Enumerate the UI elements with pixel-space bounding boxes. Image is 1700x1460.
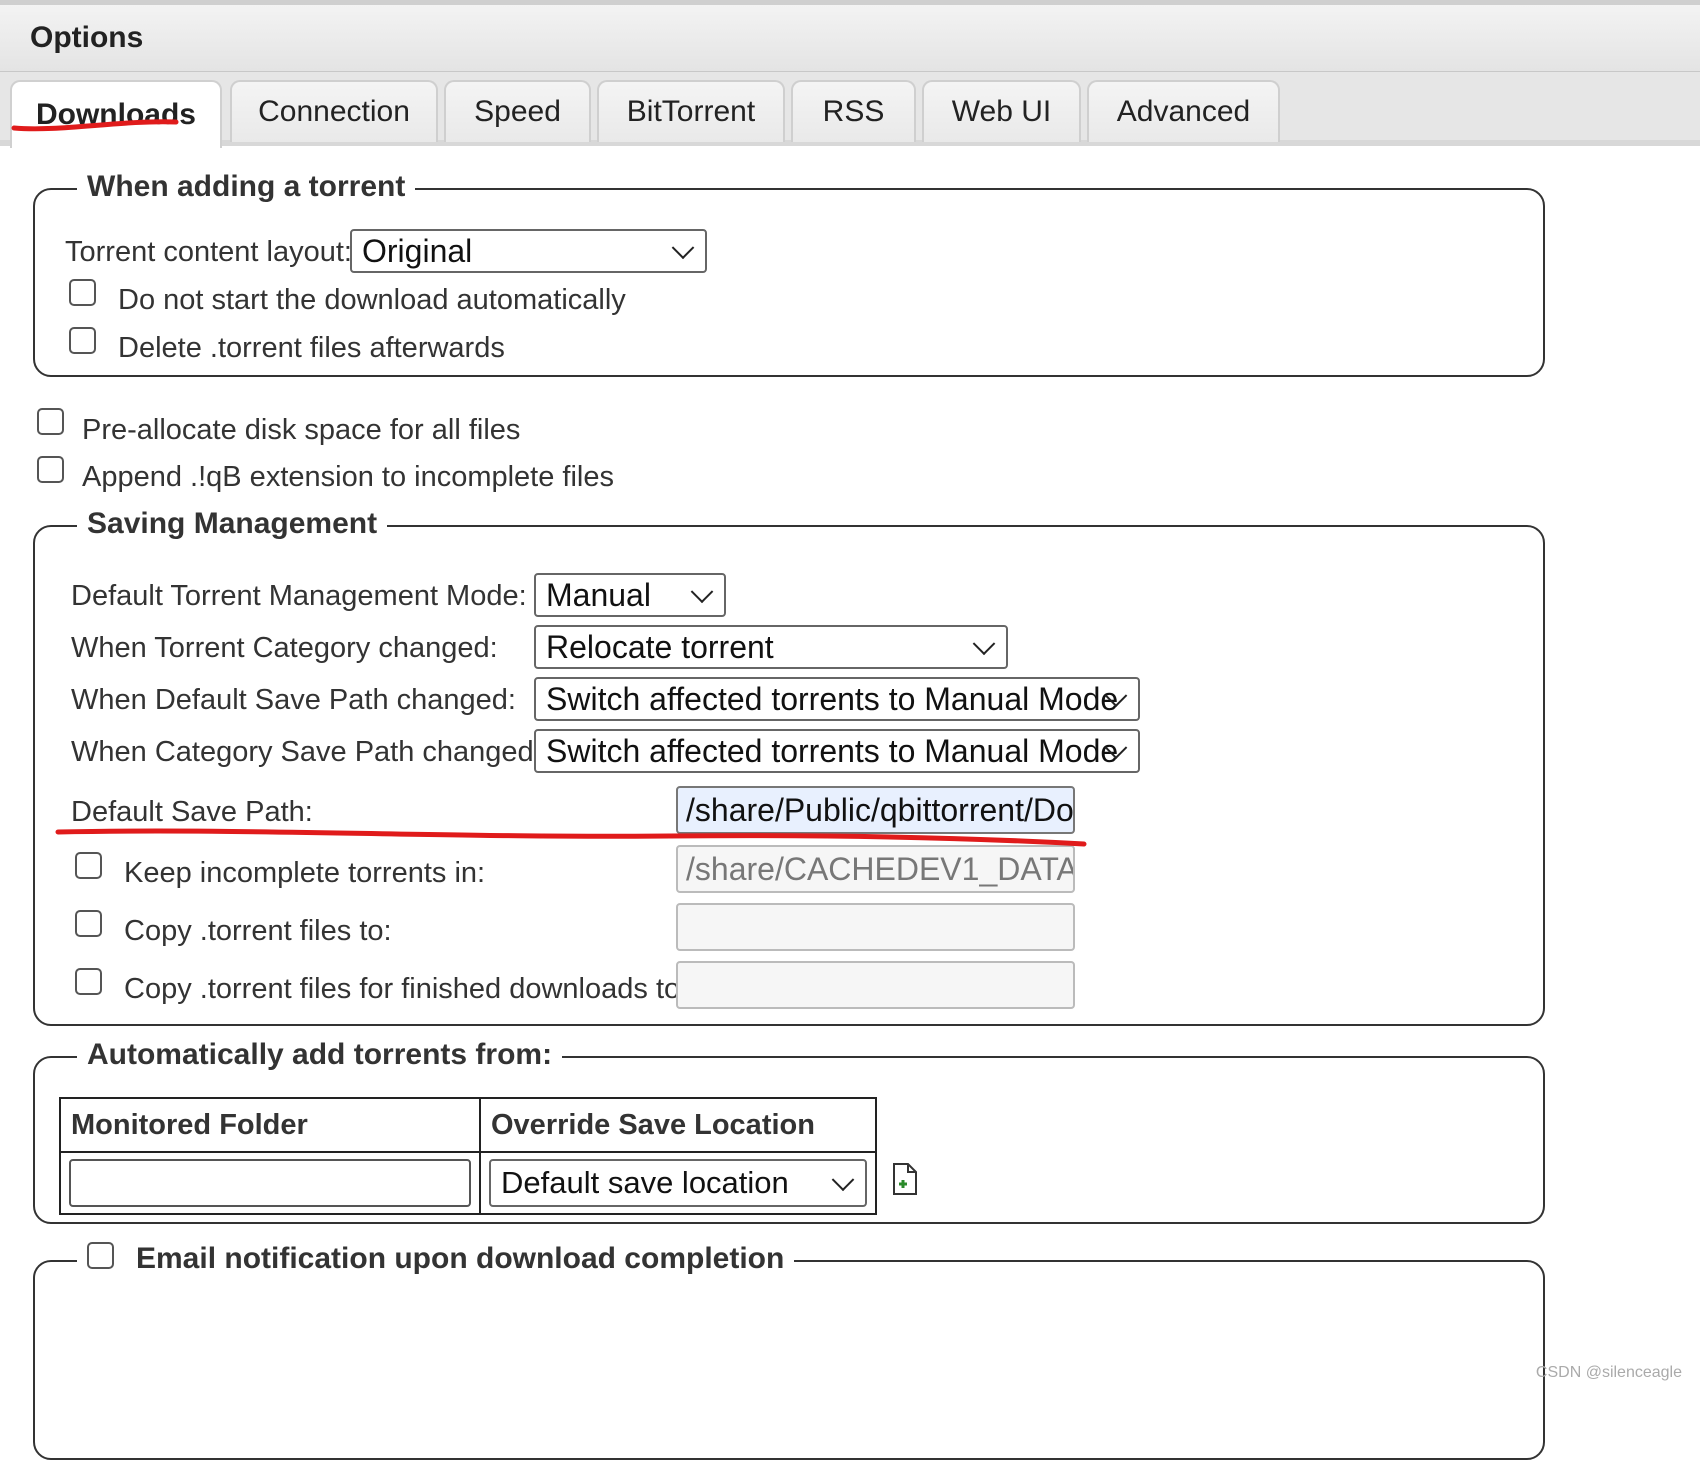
category-changed-label: When Torrent Category changed: <box>71 632 498 664</box>
chevron-down-icon <box>831 1168 855 1192</box>
override-location-cell: Default save location <box>479 1151 877 1215</box>
col-monitored-folder: Monitored Folder <box>59 1097 481 1153</box>
append-ext-label: Append .!qB extension to incomplete file… <box>82 461 614 493</box>
no-autostart-label: Do not start the download automatically <box>118 284 626 316</box>
tab-speed[interactable]: Speed <box>444 80 591 142</box>
email-notification-checkbox[interactable] <box>87 1241 114 1269</box>
default-path-changed-value: Switch affected torrents to Manual Mode <box>546 680 1119 717</box>
monitored-folder-input[interactable] <box>69 1159 471 1207</box>
tab-strip: Downloads Connection Speed BitTorrent RS… <box>0 72 1700 148</box>
tab-web-ui[interactable]: Web UI <box>922 80 1081 142</box>
tab-rss[interactable]: RSS <box>791 80 916 142</box>
chevron-down-icon <box>690 580 714 604</box>
copy-torrent-label: Copy .torrent files to: <box>124 915 392 947</box>
content-layout-value: Original <box>362 232 473 269</box>
category-path-changed-label: When Category Save Path changed: <box>71 736 542 768</box>
preallocate-checkbox[interactable] <box>37 408 64 435</box>
fieldset-email-notification: Email notification upon download complet… <box>33 1241 1545 1460</box>
management-mode-value: Manual <box>546 576 651 613</box>
fieldset-auto-add: Automatically add torrents from: Monitor… <box>33 1038 1545 1224</box>
content-layout-label: Torrent content layout: <box>65 236 352 268</box>
append-ext-checkbox[interactable] <box>37 456 64 483</box>
delete-torrent-label: Delete .torrent files afterwards <box>118 332 505 364</box>
legend-email-notification: Email notification upon download complet… <box>77 1241 795 1276</box>
keep-incomplete-input[interactable]: /share/CACHEDEV1_DATA/ <box>676 845 1075 893</box>
category-changed-select[interactable]: Relocate torrent <box>534 625 1008 669</box>
watermark: CSDN @silenceagle <box>1535 1364 1682 1381</box>
save-path-label: Default Save Path: <box>71 796 313 828</box>
copy-finished-label: Copy .torrent files for finished downloa… <box>124 973 689 1005</box>
category-path-changed-select[interactable]: Switch affected torrents to Manual Mode <box>534 729 1140 773</box>
content-layout-select[interactable]: Original <box>350 229 707 273</box>
tab-downloads[interactable]: Downloads <box>10 80 222 148</box>
chevron-down-icon <box>671 236 695 260</box>
no-autostart-checkbox[interactable] <box>69 279 96 306</box>
options-titlebar: Options <box>0 0 1700 72</box>
management-mode-select[interactable]: Manual <box>534 573 726 617</box>
table-header-row: Monitored Folder Override Save Location <box>59 1097 877 1153</box>
tab-advanced[interactable]: Advanced <box>1087 80 1280 142</box>
copy-torrent-input[interactable] <box>676 903 1075 951</box>
fieldset-saving-management: Saving Management Default Torrent Manage… <box>33 507 1545 1026</box>
category-changed-value: Relocate torrent <box>546 628 774 665</box>
legend-saving-management: Saving Management <box>77 507 388 541</box>
override-location-value: Default save location <box>501 1165 789 1200</box>
keep-incomplete-checkbox[interactable] <box>75 852 102 879</box>
add-folder-icon[interactable] <box>890 1162 920 1196</box>
col-override-save-location: Override Save Location <box>479 1097 877 1153</box>
copy-finished-checkbox[interactable] <box>75 968 102 995</box>
monitored-folder-cell <box>59 1151 481 1215</box>
table-row: Default save location <box>59 1151 877 1215</box>
keep-incomplete-label: Keep incomplete torrents in: <box>124 857 486 889</box>
category-path-changed-value: Switch affected torrents to Manual Mode <box>546 732 1119 769</box>
save-path-input[interactable]: /share/Public/qbittorrent/Downloads <box>676 786 1075 834</box>
override-location-select[interactable]: Default save location <box>489 1159 867 1207</box>
tab-bittorrent[interactable]: BitTorrent <box>597 80 785 142</box>
default-path-changed-label: When Default Save Path changed: <box>71 684 516 716</box>
legend-auto-add: Automatically add torrents from: <box>77 1038 563 1072</box>
monitored-folders-table: Monitored Folder Override Save Location … <box>59 1097 877 1215</box>
chevron-down-icon <box>972 632 996 656</box>
fieldset-when-adding: When adding a torrent Torrent content la… <box>33 170 1545 377</box>
tab-connection[interactable]: Connection <box>230 80 438 142</box>
delete-torrent-checkbox[interactable] <box>69 327 96 354</box>
preallocate-label: Pre-allocate disk space for all files <box>82 414 521 446</box>
window-title: Options <box>30 21 144 54</box>
email-notification-label: Email notification upon download complet… <box>136 1242 785 1275</box>
legend-when-adding: When adding a torrent <box>77 170 416 204</box>
copy-finished-input[interactable] <box>676 961 1075 1009</box>
management-mode-label: Default Torrent Management Mode: <box>71 580 527 612</box>
copy-torrent-checkbox[interactable] <box>75 910 102 937</box>
default-path-changed-select[interactable]: Switch affected torrents to Manual Mode <box>534 677 1140 721</box>
